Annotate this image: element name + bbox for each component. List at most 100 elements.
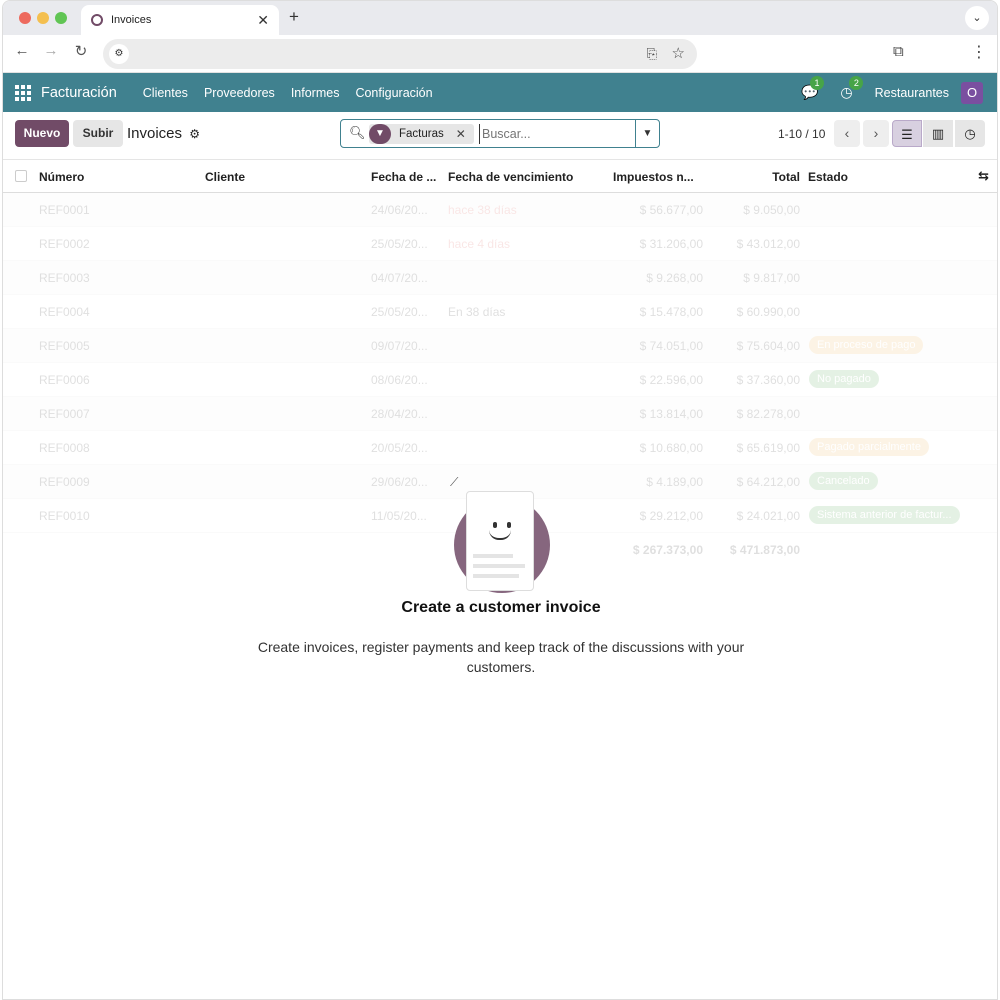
optional-columns-icon[interactable]: ⇆ xyxy=(978,168,989,184)
activity-view-button[interactable]: ◷ xyxy=(955,120,985,147)
row-date: 04/07/20... xyxy=(371,271,428,285)
row-total: $ 60.990,00 xyxy=(736,305,800,319)
table-row[interactable]: REF0008 20/05/20... $ 10.680,00 $ 65.619,00… xyxy=(3,431,997,465)
pager-next-button[interactable]: › xyxy=(863,120,889,147)
activities-clock-icon[interactable]: ◷ 2 xyxy=(840,76,864,101)
table-row[interactable]: REF0001 24/06/20... hace 38 días $ 56.677,0… xyxy=(3,193,997,227)
row-date: 25/05/20... xyxy=(371,237,428,251)
breadcrumb-title: Invoices ⚙ xyxy=(127,125,200,142)
close-window-button[interactable] xyxy=(19,12,31,24)
col-fecha[interactable]: Fecha de ... xyxy=(371,170,436,184)
tab-title: Invoices xyxy=(111,14,152,26)
col-total[interactable]: Total xyxy=(772,170,800,184)
search-facet: ▼ Facturas ✕ xyxy=(369,124,474,144)
col-estado[interactable]: Estado xyxy=(808,170,848,184)
row-tax: $ 56.677,00 xyxy=(639,203,703,217)
apps-grid-icon[interactable] xyxy=(15,84,31,101)
tab-search-icon[interactable]: ⌄ xyxy=(965,6,989,30)
helper-title: Create a customer invoice xyxy=(401,599,601,616)
menu-clientes[interactable]: Clientes xyxy=(143,86,188,100)
messages-badge: 1 xyxy=(809,76,824,90)
menu-informes[interactable]: Informes xyxy=(291,86,340,100)
search-box: 🔍︎ ▼ Facturas ✕ ▼ xyxy=(340,119,660,148)
menu-configuracion[interactable]: Configuración xyxy=(355,86,432,100)
pager-previous-button[interactable]: ‹ xyxy=(834,120,860,147)
facet-label: Facturas xyxy=(399,128,444,140)
company-switcher[interactable]: Restaurantes xyxy=(875,86,949,100)
row-total: $ 65.619,00 xyxy=(736,441,800,455)
col-numero[interactable]: Número xyxy=(39,170,84,184)
select-all-checkbox[interactable] xyxy=(15,170,27,182)
row-state-badge: Pagado parcialmente xyxy=(809,438,929,456)
list-view-button[interactable]: ☰ xyxy=(892,120,922,147)
table-row[interactable]: REF0007 28/04/20... $ 13.814,00 $ 82.278,00 xyxy=(3,397,997,431)
minimize-window-button[interactable] xyxy=(37,12,49,24)
bookmark-star-icon[interactable]: ☆ xyxy=(672,44,685,62)
row-total: $ 9.050,00 xyxy=(743,203,800,217)
search-input[interactable] xyxy=(479,124,629,144)
user-avatar[interactable]: O xyxy=(961,81,983,104)
back-arrow-icon[interactable]: ← xyxy=(11,42,33,59)
row-date: 09/07/20... xyxy=(371,339,428,353)
odoo-favicon-icon xyxy=(91,14,103,26)
new-tab-button[interactable]: + xyxy=(289,7,299,27)
row-number: REF0005 xyxy=(39,339,90,353)
browser-tab-invoices[interactable]: Invoices ✕ xyxy=(81,5,279,35)
app-name[interactable]: Facturación xyxy=(41,85,117,101)
col-impuestos[interactable]: Impuestos n... xyxy=(613,170,694,184)
table-row[interactable]: REF0003 04/07/20... $ 9.268,00 $ 9.817,00 xyxy=(3,261,997,295)
table-row[interactable]: REF0005 09/07/20... $ 74.051,00 $ 75.604,00… xyxy=(3,329,997,363)
row-number: REF0003 xyxy=(39,271,90,285)
row-due: En 38 días xyxy=(448,305,506,319)
maximize-window-button[interactable] xyxy=(55,12,67,24)
row-state-badge: No pagado xyxy=(809,370,879,388)
menu-proveedores[interactable]: Proveedores xyxy=(204,86,275,100)
forward-arrow-icon[interactable]: → xyxy=(40,42,62,59)
browser-menu-icon[interactable]: ⋮ xyxy=(971,42,987,62)
row-state-badge: En proceso de pago xyxy=(809,336,924,354)
row-tax: $ 15.478,00 xyxy=(639,305,703,319)
col-cliente[interactable]: Cliente xyxy=(205,170,245,184)
remove-facet-icon[interactable]: ✕ xyxy=(456,127,466,141)
row-date: 25/05/20... xyxy=(371,305,428,319)
reload-icon[interactable]: ↻ xyxy=(70,42,92,60)
gear-icon[interactable]: ⚙ xyxy=(189,127,200,141)
col-vencimiento[interactable]: Fecha de vencimiento xyxy=(448,170,573,184)
row-tax: $ 10.680,00 xyxy=(639,441,703,455)
install-app-icon[interactable]: ⎘ xyxy=(647,46,657,62)
activities-badge: 2 xyxy=(849,76,864,90)
row-number: REF0006 xyxy=(39,373,90,387)
row-tax: $ 31.206,00 xyxy=(639,237,703,251)
kanban-view-button[interactable]: ▥ xyxy=(923,120,953,147)
close-tab-icon[interactable]: ✕ xyxy=(257,12,269,29)
navbar-systray: 💬 1 ◷ 2 Restaurantes O xyxy=(801,73,983,112)
row-total: $ 43.012,00 xyxy=(736,237,800,251)
row-number: REF0004 xyxy=(39,305,90,319)
table-row[interactable]: REF0002 25/05/20... hace 4 días $ 31.206,00… xyxy=(3,227,997,261)
table-header: Número Cliente Fecha de ... Fecha de ven… xyxy=(3,160,997,193)
address-bar[interactable]: ⚙ ⎘ ☆ xyxy=(103,39,697,69)
messages-icon[interactable]: 💬 1 xyxy=(801,76,824,101)
row-number: REF0007 xyxy=(39,407,90,421)
invoice-illustration-icon: ⟋ xyxy=(446,471,556,593)
row-number: REF0001 xyxy=(39,203,90,217)
pager-value[interactable]: 1-10 / 10 xyxy=(778,127,825,141)
filter-funnel-icon: ▼ xyxy=(369,124,391,144)
row-due: hace 38 días xyxy=(448,203,517,217)
row-date: 24/06/20... xyxy=(371,203,428,217)
new-button[interactable]: Nuevo xyxy=(15,120,69,147)
row-tax: $ 13.814,00 xyxy=(639,407,703,421)
browser-toolbar: ← → ↻ ⚙ ⎘ ☆ ⧉ ⋮ xyxy=(3,35,997,73)
table-row[interactable]: REF0004 25/05/20... En 38 días $ 15.478,00 $… xyxy=(3,295,997,329)
extensions-puzzle-icon[interactable]: ⧉ xyxy=(893,43,904,60)
row-number: REF0002 xyxy=(39,237,90,251)
site-settings-icon[interactable]: ⚙ xyxy=(109,44,129,64)
row-total: $ 75.604,00 xyxy=(736,339,800,353)
row-total: $ 9.817,00 xyxy=(743,271,800,285)
table-row[interactable]: REF0006 08/06/20... $ 22.596,00 $ 37.360,00… xyxy=(3,363,997,397)
search-options-toggle[interactable]: ▼ xyxy=(635,120,659,147)
helper-text: Create invoices, register payments and k… xyxy=(257,639,745,675)
upload-button[interactable]: Subir xyxy=(73,120,123,147)
search-icon[interactable]: 🔍︎ xyxy=(349,125,366,141)
row-date: 28/04/20... xyxy=(371,407,428,421)
